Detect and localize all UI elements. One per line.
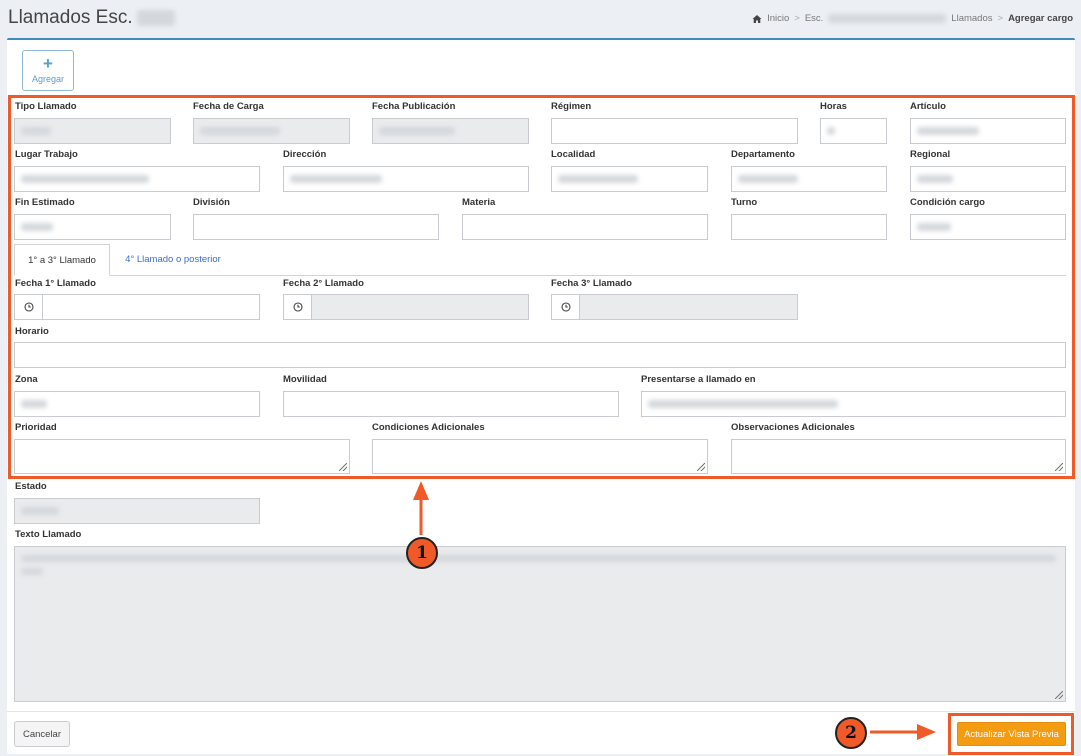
annotation-marker-2: 2: [835, 717, 867, 749]
annotation-marker-1: 1: [406, 537, 438, 569]
annotation-arrows: [413, 481, 936, 740]
